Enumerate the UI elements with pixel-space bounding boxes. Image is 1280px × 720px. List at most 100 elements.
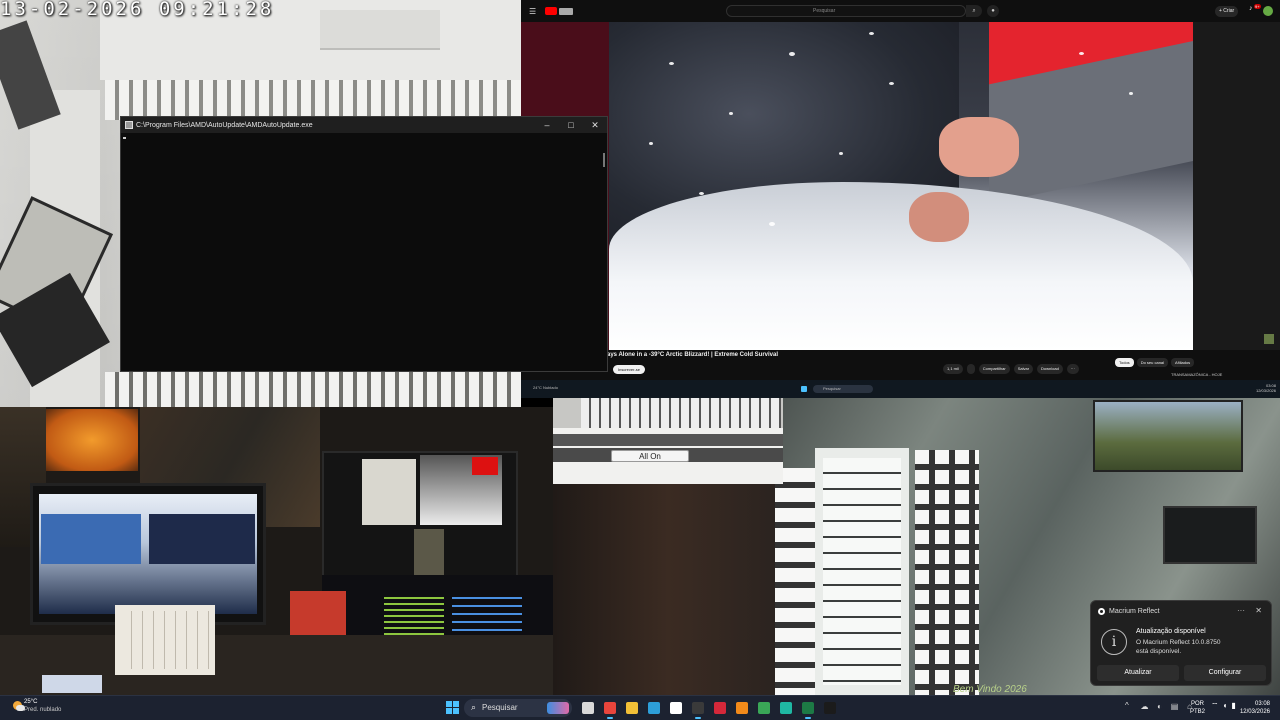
start-button[interactable] <box>446 701 459 714</box>
quick-settings[interactable]: ⌔ ◖ ▮ <box>1211 701 1236 711</box>
snowflake <box>769 222 775 226</box>
more-options-icon[interactable]: ··· <box>1237 606 1245 615</box>
camera-scene-preview-c <box>414 529 444 579</box>
snowflake <box>1129 92 1133 95</box>
macrium-update-notification[interactable]: Macrium Reflect ··· ✕ i Atualização disp… <box>1090 600 1272 686</box>
notifications-bell-icon[interactable]: ♪ 9+ <box>1249 4 1261 17</box>
download-button[interactable]: Download <box>1037 364 1063 374</box>
search-icon: ⌕ <box>471 702 477 712</box>
camera-scene-window-grill <box>915 450 979 695</box>
start-icon[interactable] <box>801 386 807 392</box>
search-icon[interactable]: ⌕ <box>966 5 982 17</box>
task-view-icon[interactable] <box>580 700 596 716</box>
camera-scene-preview-b <box>420 455 502 525</box>
chip-channel[interactable]: Do seu canal <box>1136 358 1169 367</box>
obs-icon[interactable] <box>690 700 706 719</box>
camera-scene-screen-video-right <box>149 514 255 564</box>
maximize-button[interactable]: □ <box>559 117 583 133</box>
close-icon[interactable]: ✕ <box>1255 606 1262 615</box>
mini-thumbnail[interactable] <box>1264 334 1274 344</box>
snowflake <box>669 62 674 65</box>
microphone-icon[interactable]: ● <box>987 5 999 17</box>
console-titlebar[interactable]: C:\Program Files\AMD\AutoUpdate\AMDAutoU… <box>121 117 607 133</box>
dislike-button[interactable] <box>966 364 975 374</box>
weather-temperature[interactable]: 25°C <box>24 699 37 705</box>
remote-desktop-taskbar: 24°C Nublado Pesquisar 03:08 12/03/2026 <box>521 380 1280 398</box>
camera-scene-screen-video-left <box>41 514 141 564</box>
camera-scene-tv <box>1163 506 1257 564</box>
app-red-icon[interactable] <box>712 700 728 716</box>
youtube-logo-icon[interactable] <box>545 7 557 15</box>
update-button[interactable]: Atualizar <box>1097 665 1179 681</box>
weather-condition[interactable]: Pred. nublado <box>24 707 61 713</box>
console-window[interactable]: C:\Program Files\AMD\AutoUpdate\AMDAutoU… <box>120 116 608 372</box>
wifi-icon: ⌔ <box>1211 701 1219 710</box>
notification-count-badge: 9+ <box>1254 4 1261 9</box>
onedrive-icon[interactable]: ☁ <box>1140 702 1149 711</box>
chip-affiliates[interactable]: Afiliados <box>1171 358 1195 367</box>
snowflake <box>889 82 894 85</box>
vlc-glyph <box>736 702 748 714</box>
close-button[interactable]: ✕ <box>583 117 607 133</box>
save-button[interactable]: Salvar <box>1013 364 1034 374</box>
chrome-icon[interactable] <box>602 700 618 719</box>
taskbar-search[interactable]: ⌕ Pesquisar <box>464 699 572 717</box>
recommended-video-title[interactable]: TRANSAMAZÔNICA - HOJE <box>1171 372 1222 377</box>
vlc-icon[interactable] <box>734 700 750 716</box>
all-on-button[interactable]: All On <box>611 450 689 462</box>
windows-logo-tile <box>453 701 459 707</box>
snowflake <box>869 32 874 35</box>
subscribe-button[interactable]: Inscrever-se <box>613 365 646 374</box>
taskbar-clock[interactable]: 03:08 12/03/2026 <box>1240 700 1270 716</box>
recommendation-chips: Todos Do seu canal Afiliados <box>1115 358 1195 367</box>
youtube-wordmark[interactable] <box>559 7 573 15</box>
app-teal-glyph <box>780 702 792 714</box>
app-terminal-icon[interactable] <box>822 700 838 716</box>
remote-clock: 03:08 12/03/2026 <box>1256 383 1276 393</box>
battery-icon: ▮ <box>1231 701 1236 710</box>
youtube-search-input[interactable]: Pesquisar <box>726 5 966 17</box>
video-scene-hand-lower <box>909 192 969 242</box>
windows-logo-tile <box>453 708 459 714</box>
store-icon[interactable] <box>668 700 684 716</box>
create-button[interactable]: + Criar <box>1215 6 1239 17</box>
tray-app-icon[interactable]: ◐ <box>1155 702 1164 711</box>
chip-all[interactable]: Todos <box>1115 358 1134 367</box>
app-red-glyph <box>714 702 726 714</box>
camera-scene-railing <box>105 80 521 120</box>
wall-welcome-text: Bem Vindo 2026 <box>953 684 1027 695</box>
excel-icon[interactable] <box>800 700 816 719</box>
chrome-2-icon[interactable] <box>756 700 772 716</box>
pinned-apps <box>580 700 838 719</box>
share-button[interactable]: Compartilhar <box>978 364 1010 374</box>
file-explorer-icon[interactable] <box>624 700 640 716</box>
minimize-button[interactable]: – <box>535 117 559 133</box>
remote-search[interactable]: Pesquisar <box>813 385 873 393</box>
avatar[interactable] <box>1263 6 1273 16</box>
overlay-window-preview <box>581 398 781 428</box>
input-language[interactable]: POR PTB2 <box>1190 700 1205 716</box>
snowflake <box>729 112 733 115</box>
camera-scene-small-screen <box>42 675 102 693</box>
console-output[interactable] <box>121 133 607 371</box>
show-hidden-icons-chevron-icon[interactable]: ^ <box>1125 701 1129 710</box>
menu-icon[interactable]: ☰ <box>529 7 539 16</box>
language-code: POR <box>1191 701 1205 707</box>
edge-glyph <box>648 702 660 714</box>
macrium-logo-icon <box>1098 608 1105 615</box>
video-scene-snow <box>609 182 1193 350</box>
notification-message: O Macrium Reflect 10.0.8750 está disponí… <box>1136 639 1221 655</box>
camera-scene-overlay-window: All On <box>553 398 783 484</box>
video-player[interactable] <box>609 22 1193 350</box>
more-actions-button[interactable]: ··· <box>1066 364 1079 374</box>
camera-scene-railing-lower <box>105 372 521 407</box>
console-scrollbar[interactable] <box>603 153 605 167</box>
clock-date: 12/03/2026 <box>1239 709 1270 715</box>
camera-feed-studio <box>0 407 553 695</box>
edge-icon[interactable] <box>646 700 662 716</box>
overlay-window-bar <box>553 434 783 446</box>
tray-app-icon-2[interactable]: ▤ <box>1170 702 1179 711</box>
app-teal-icon[interactable] <box>778 700 794 716</box>
configure-button[interactable]: Configurar <box>1184 665 1266 681</box>
like-button[interactable]: 1,1 mil <box>943 364 963 374</box>
